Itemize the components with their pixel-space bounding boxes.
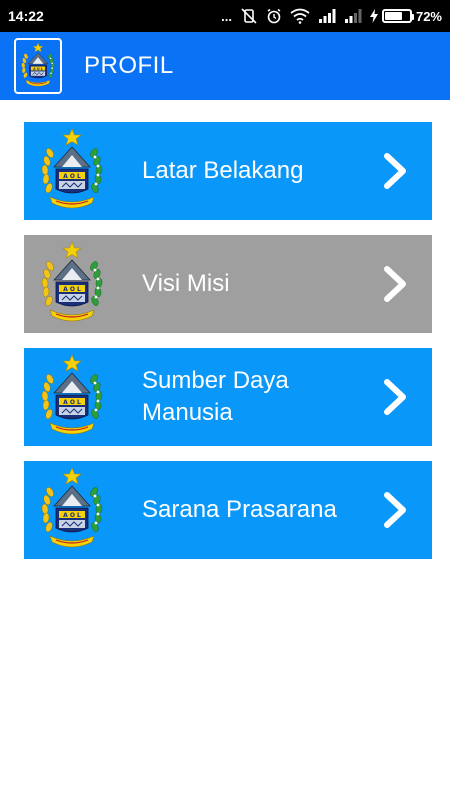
page-title: PROFIL	[84, 52, 174, 79]
signal-icon	[318, 9, 336, 23]
status-bar: 14:22 ... 72%	[0, 0, 450, 32]
menu-item-sumber-daya-manusia[interactable]: Sumber Daya Manusia	[24, 348, 432, 446]
battery-indicator: 72%	[369, 8, 442, 24]
status-time: 14:22	[8, 8, 44, 24]
chevron-right-icon	[380, 377, 410, 417]
emblem-svg	[20, 42, 56, 90]
menu-item-label: Sumber Daya Manusia	[142, 367, 289, 426]
chevron-right-icon	[380, 490, 410, 530]
status-icons: ... 72%	[221, 8, 442, 24]
more-dots-icon: ...	[221, 8, 232, 24]
menu-item-latar-belakang[interactable]: Latar Belakang	[24, 122, 432, 220]
menu-item-label: Sarana Prasarana	[142, 496, 337, 523]
regional-emblem-icon	[40, 353, 104, 441]
regional-emblem-icon	[40, 466, 104, 554]
signal-icon	[344, 9, 362, 23]
charging-icon	[369, 9, 378, 23]
vibrate-off-icon	[240, 8, 258, 24]
battery-percent: 72%	[415, 8, 442, 24]
regional-emblem-icon	[40, 240, 104, 328]
menu-item-label: Latar Belakang	[142, 157, 304, 184]
alarm-icon	[266, 8, 282, 24]
menu-item-label: Visi Misi	[142, 270, 230, 297]
regional-emblem-icon	[14, 38, 62, 94]
chevron-right-icon	[380, 151, 410, 191]
wifi-icon	[290, 8, 310, 24]
chevron-right-icon	[380, 264, 410, 304]
menu-item-sarana-prasarana[interactable]: Sarana Prasarana	[24, 461, 432, 559]
battery-icon	[381, 9, 414, 23]
battery-level-fill	[384, 12, 403, 20]
regional-emblem-icon	[40, 127, 104, 215]
profile-menu: Latar Belakang Visi Misi Sumber Daya Man…	[24, 122, 432, 559]
app-bar: PROFIL	[0, 32, 450, 100]
menu-item-visi-misi[interactable]: Visi Misi	[24, 235, 432, 333]
